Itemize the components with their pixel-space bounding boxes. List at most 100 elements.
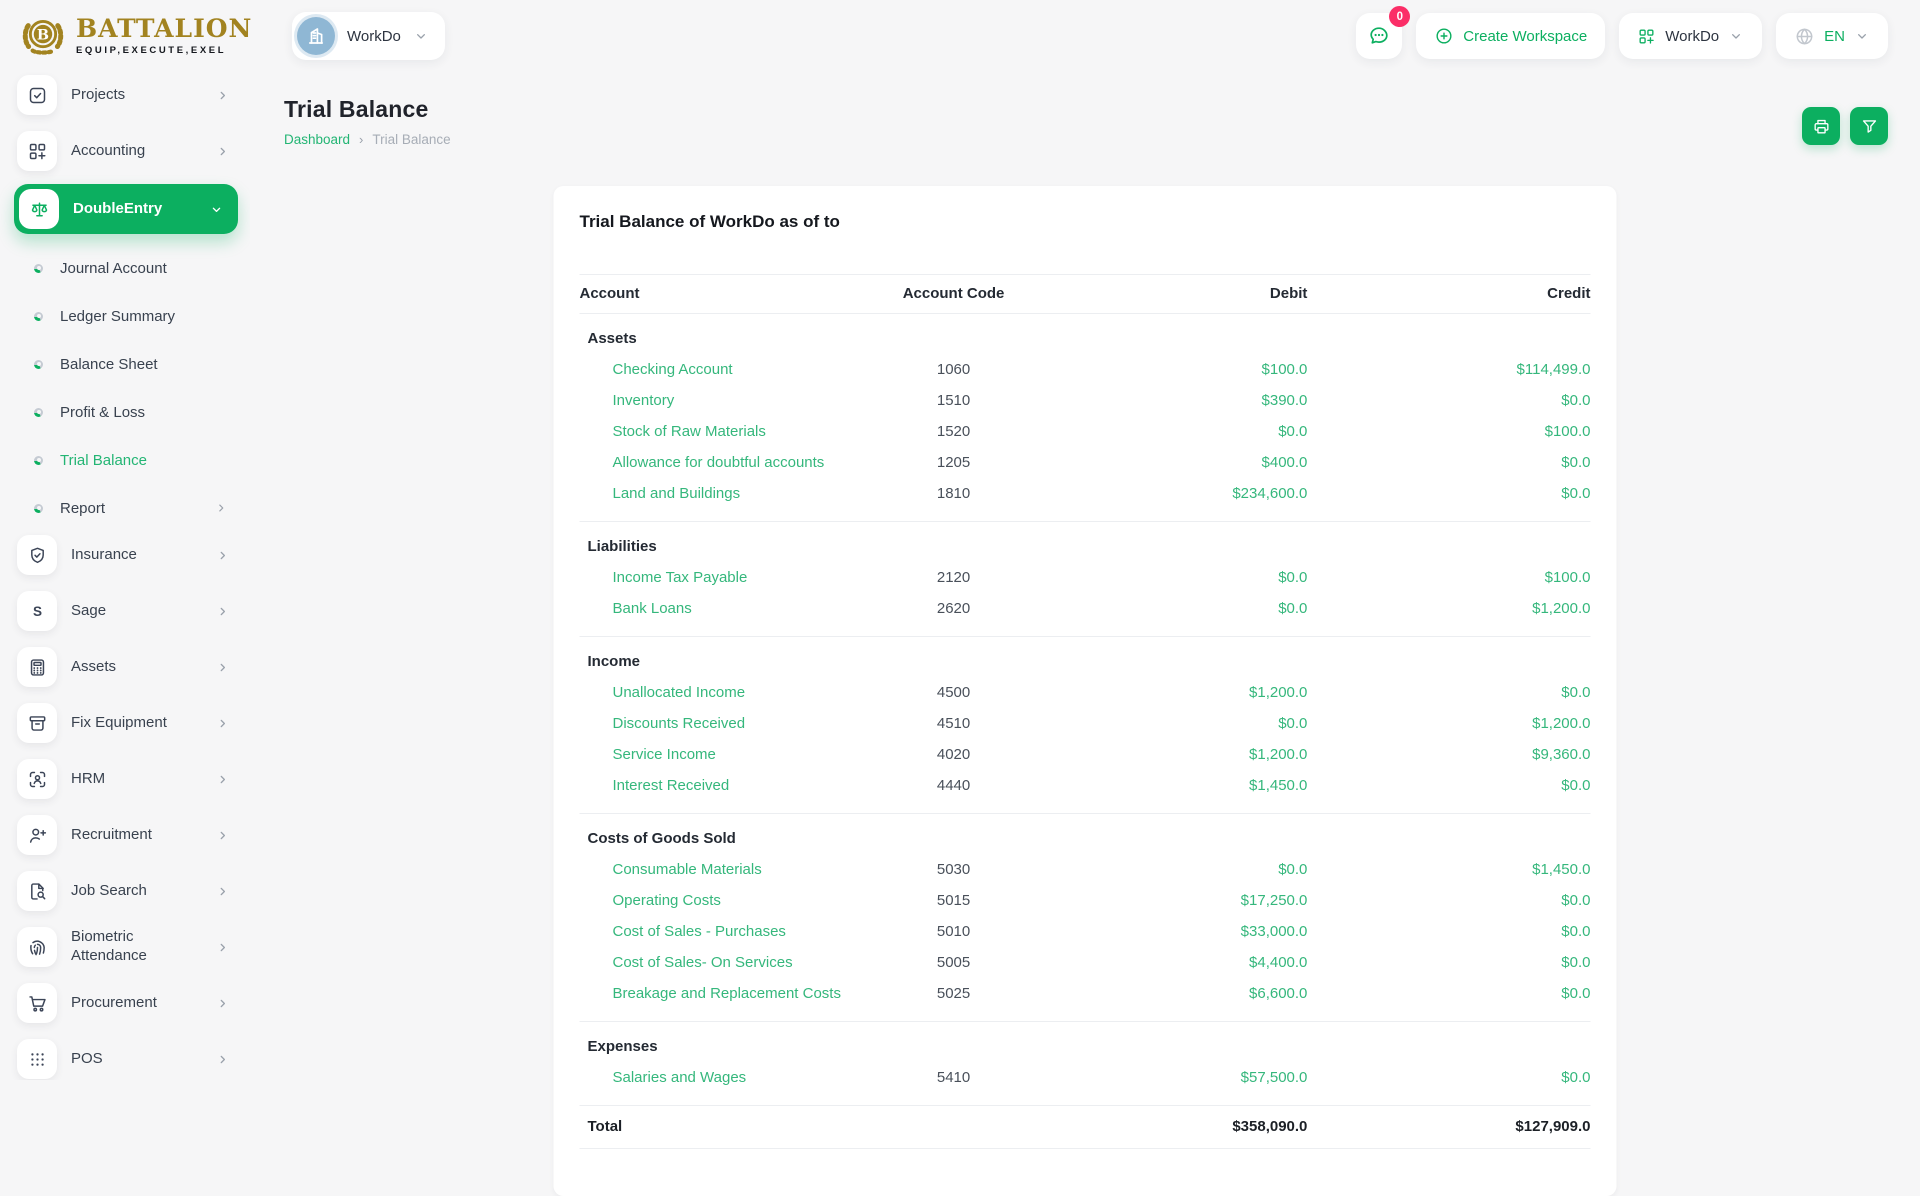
sidebar-subitem-journal-account[interactable]: Journal Account [14, 244, 238, 292]
account-code-cell: 5005 [863, 947, 1045, 978]
sidebar-item-assets[interactable]: Assets [14, 644, 238, 690]
globe-icon [1794, 26, 1815, 47]
debit-cell: $0.0 [1045, 708, 1308, 739]
person-scan-icon [27, 769, 48, 790]
account-link[interactable]: Breakage and Replacement Costs [580, 978, 863, 1022]
sidebar-item-label: Procurement [71, 994, 201, 1013]
sidebar-item-label: Insurance [71, 546, 201, 565]
sidebar-subitem-label: Trial Balance [60, 452, 228, 469]
account-code-cell: 1510 [863, 385, 1045, 416]
account-link[interactable]: Bank Loans [580, 593, 863, 637]
column-header-debit: Debit [1045, 275, 1308, 314]
language-dropdown[interactable]: EN [1776, 13, 1888, 59]
chevron-down-icon [1854, 28, 1870, 44]
sidebar-item-sage[interactable]: SSage [14, 588, 238, 634]
sidebar-item-biometric-attendance[interactable]: Biometric Attendance [14, 924, 238, 970]
dots-grid-icon [17, 1039, 57, 1079]
breadcrumb-current: Trial Balance [372, 132, 450, 147]
table-row: Service Income4020$1,200.0$9,360.0 [580, 739, 1591, 770]
account-link[interactable]: Income Tax Payable [580, 562, 863, 593]
page-title: Trial Balance [284, 96, 451, 123]
account-code-cell: 1520 [863, 416, 1045, 447]
total-debit: $358,090.0 [1045, 1106, 1308, 1149]
sidebar-item-fix-equipment[interactable]: Fix Equipment [14, 700, 238, 746]
sidebar-item-job-search[interactable]: Job Search [14, 868, 238, 914]
create-workspace-button[interactable]: Create Workspace [1416, 13, 1605, 59]
section-name: Assets [580, 314, 1591, 355]
sidebar-subitem-label: Profit & Loss [60, 404, 228, 421]
sidebar-item-label: Projects [71, 86, 201, 105]
sidebar-item-hrm[interactable]: HRM [14, 756, 238, 802]
sidebar-subitem-ledger-summary[interactable]: Ledger Summary [14, 292, 238, 340]
section-name: Income [580, 637, 1591, 678]
table-row: Land and Buildings1810$234,600.0$0.0 [580, 478, 1591, 522]
sidebar: Projects Accounting DoubleEntry Journal Acc… [0, 72, 250, 1080]
account-code-cell: 5010 [863, 916, 1045, 947]
table-row: Salaries and Wages5410$57,500.0$0.0 [580, 1062, 1591, 1106]
sidebar-item-projects[interactable]: Projects [14, 72, 238, 118]
account-link[interactable]: Service Income [580, 739, 863, 770]
total-label: Total [580, 1106, 863, 1149]
brand-name: BATTALION [76, 16, 252, 41]
sidebar-item-recruitment[interactable]: Recruitment [14, 812, 238, 858]
account-link[interactable]: Discounts Received [580, 708, 863, 739]
sidebar-item-label: Accounting [71, 142, 201, 161]
credit-cell: $9,360.0 [1307, 739, 1590, 770]
account-link[interactable]: Stock of Raw Materials [580, 416, 863, 447]
sidebar-item-label: Biometric Attendance [71, 928, 201, 966]
account-link[interactable]: Inventory [580, 385, 863, 416]
sidebar-subitem-balance-sheet[interactable]: Balance Sheet [14, 340, 238, 388]
debit-cell: $0.0 [1045, 593, 1308, 637]
account-link[interactable]: Unallocated Income [580, 677, 863, 708]
sidebar-item-procurement[interactable]: Procurement [14, 980, 238, 1026]
credit-cell: $0.0 [1307, 385, 1590, 416]
section-name: Costs of Goods Sold [580, 814, 1591, 855]
donut-icon [34, 456, 43, 465]
messages-button[interactable]: 0 [1356, 13, 1402, 59]
sidebar-item-doubleentry[interactable]: DoubleEntry [14, 184, 238, 234]
sidebar-subitem-label: Report [60, 500, 197, 517]
svg-text:B: B [37, 28, 49, 44]
grid-plus-icon [27, 141, 48, 162]
card-heading: Trial Balance of WorkDo as of to [580, 212, 1591, 232]
account-link[interactable]: Consumable Materials [580, 854, 863, 885]
account-link[interactable]: Interest Received [580, 770, 863, 814]
sidebar-subitem-trial-balance[interactable]: Trial Balance [14, 436, 238, 484]
workspace-dropdown[interactable]: WorkDo [1619, 13, 1762, 59]
total-spacer [863, 1106, 1045, 1149]
account-link[interactable]: Salaries and Wages [580, 1062, 863, 1106]
filter-button[interactable] [1850, 107, 1888, 145]
sidebar-subitem-profit-loss[interactable]: Profit & Loss [14, 388, 238, 436]
cart-icon [27, 993, 48, 1014]
account-code-cell: 4440 [863, 770, 1045, 814]
chevron-right-icon [215, 772, 230, 787]
table-row: Income Tax Payable2120$0.0$100.0 [580, 562, 1591, 593]
brand-logo[interactable]: B BATTALION EQUIP,EXECUTE,EXEL [20, 12, 270, 60]
chevron-right-icon [215, 940, 230, 955]
main-content: Trial Balance Dashboard › Trial Balance … [250, 72, 1920, 1080]
messages-badge: 0 [1389, 6, 1410, 27]
section-row-expenses: Expenses [580, 1022, 1591, 1063]
debit-cell: $33,000.0 [1045, 916, 1308, 947]
account-link[interactable]: Cost of Sales - Purchases [580, 916, 863, 947]
account-link[interactable]: Operating Costs [580, 885, 863, 916]
language-label: EN [1824, 28, 1845, 45]
sidebar-subitem-report[interactable]: Report [14, 484, 238, 532]
credit-cell: $0.0 [1307, 677, 1590, 708]
breadcrumb-dashboard-link[interactable]: Dashboard [284, 132, 350, 147]
total-row: Total$358,090.0$127,909.0 [580, 1106, 1591, 1149]
sidebar-item-label: HRM [71, 770, 201, 789]
sidebar-item-label: Assets [71, 658, 201, 677]
account-code-cell: 5030 [863, 854, 1045, 885]
account-link[interactable]: Cost of Sales- On Services [580, 947, 863, 978]
sidebar-item-accounting[interactable]: Accounting [14, 128, 238, 174]
checkbox-icon [27, 85, 48, 106]
sidebar-item-insurance[interactable]: Insurance [14, 532, 238, 578]
account-link[interactable]: Land and Buildings [580, 478, 863, 522]
credit-cell: $1,200.0 [1307, 593, 1590, 637]
print-button[interactable] [1802, 107, 1840, 145]
account-link[interactable]: Allowance for doubtful accounts [580, 447, 863, 478]
account-link[interactable]: Checking Account [580, 354, 863, 385]
sidebar-item-pos[interactable]: POS [14, 1036, 238, 1080]
workspace-switcher[interactable]: WorkDo [292, 12, 445, 60]
